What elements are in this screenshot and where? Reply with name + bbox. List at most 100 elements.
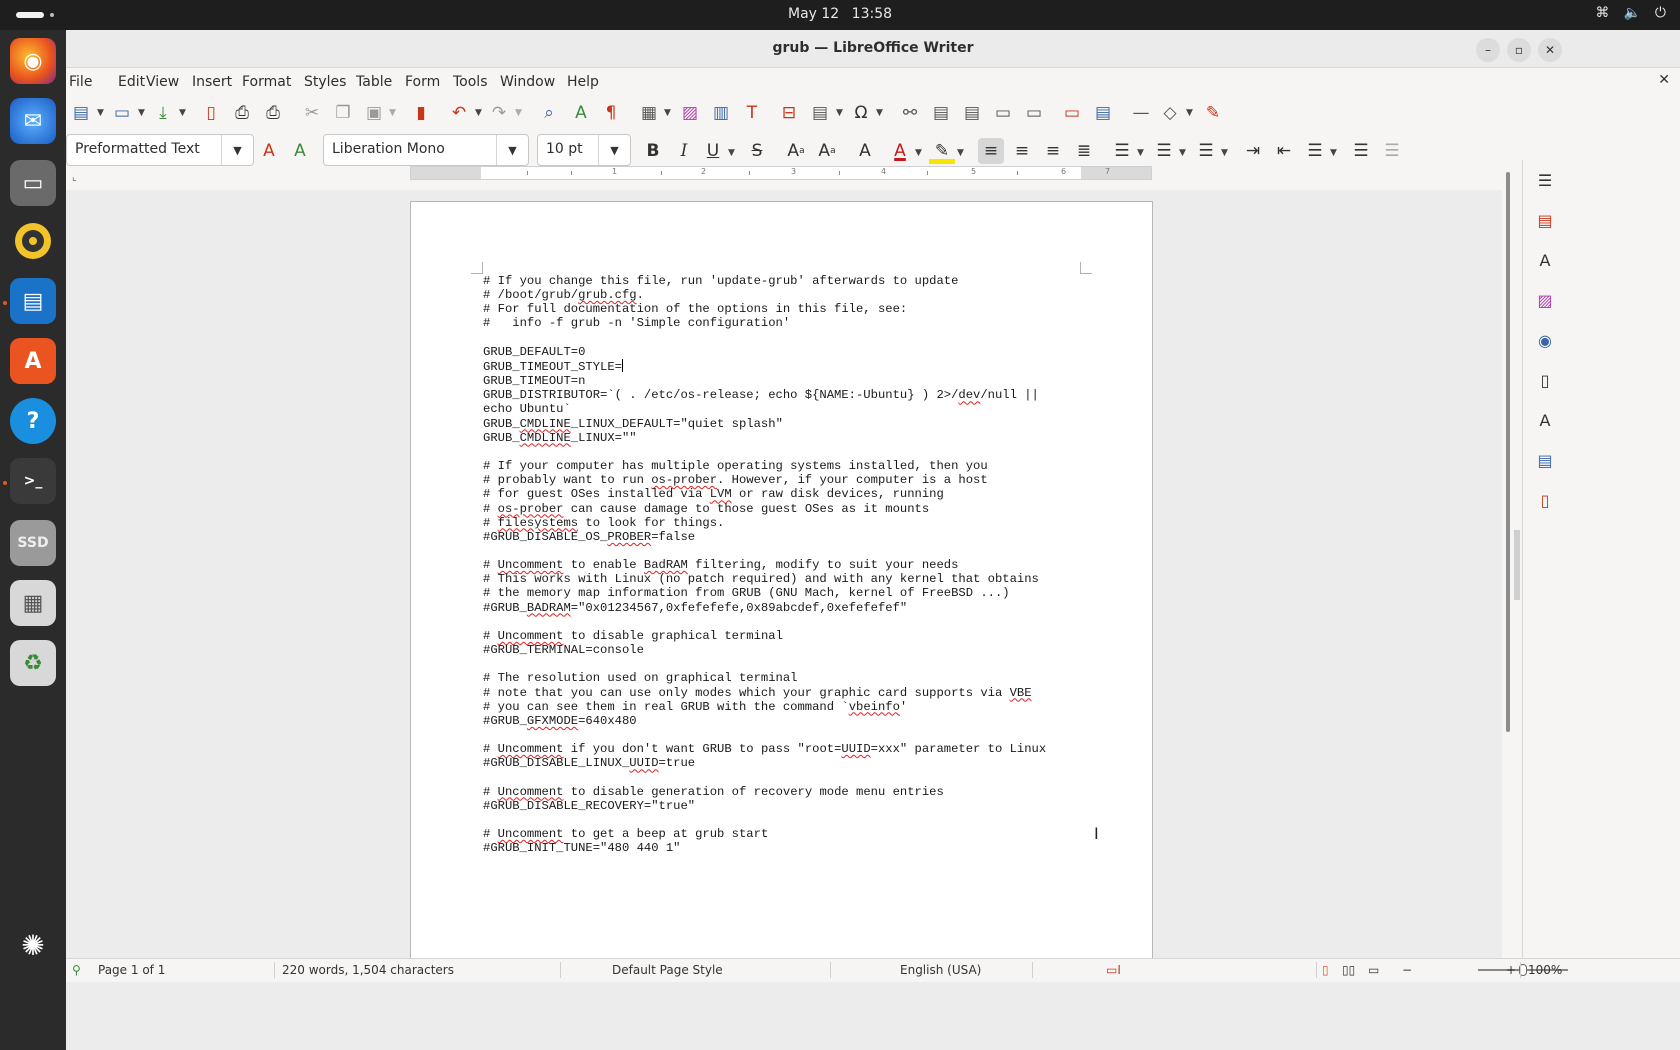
chevron-down-icon[interactable]: ▼: [1186, 108, 1193, 118]
menu-insert[interactable]: Insert: [192, 68, 232, 96]
close-window-button[interactable]: ✕: [1538, 38, 1562, 62]
chevron-down-icon[interactable]: ▼: [221, 135, 253, 165]
align-left-button[interactable]: ≡: [978, 138, 1004, 164]
highlight-color-button[interactable]: ✎: [929, 138, 955, 164]
document-line[interactable]: GRUB_TIMEOUT=n: [483, 374, 1046, 388]
document-line[interactable]: GRUB_CMDLINE_LINUX="": [483, 431, 1046, 445]
document-line[interactable]: # The resolution used on graphical termi…: [483, 671, 1046, 685]
document-line[interactable]: ​: [483, 331, 1046, 345]
multi-page-view-icon[interactable]: ▯▯: [1342, 963, 1355, 977]
system-tray[interactable]: ⌘ 🔈 ⏻: [1595, 5, 1666, 21]
document-line[interactable]: # for guest OSes installed via LVM or ra…: [483, 487, 1046, 501]
document-page[interactable]: # If you change this file, run 'update-g…: [410, 201, 1153, 958]
paragraph-spacing-icon[interactable]: ☰: [1348, 138, 1374, 164]
styles-icon[interactable]: A: [1533, 248, 1557, 272]
manage-changes-icon[interactable]: ▤: [1533, 448, 1557, 472]
single-page-view-icon[interactable]: ▯: [1322, 963, 1329, 977]
menu-form[interactable]: Form: [405, 68, 440, 96]
new-style-icon[interactable]: A: [287, 138, 313, 164]
tab-stop-selector[interactable]: ⌞: [72, 172, 77, 183]
menu-file[interactable]: File: [69, 68, 92, 96]
document-line[interactable]: ​: [483, 544, 1046, 558]
sidebar-menu-icon[interactable]: ☰: [1533, 168, 1557, 192]
bold-button[interactable]: B: [640, 138, 666, 164]
clear-formatting-icon[interactable]: A: [852, 138, 878, 164]
unordered-list-button[interactable]: ☰: [1109, 138, 1135, 164]
power-icon[interactable]: ⏻: [1655, 5, 1666, 21]
horizontal-ruler[interactable]: 1 2 3 4 5 6 7: [410, 166, 1152, 180]
chevron-down-icon[interactable]: ▼: [728, 148, 735, 158]
document-signature-icon[interactable]: ⚲: [72, 963, 81, 977]
menu-table[interactable]: Table: [356, 68, 392, 96]
strikethrough-button[interactable]: S: [744, 138, 770, 164]
document-line[interactable]: GRUB_DISTRIBUTOR=`( . /etc/os-release; e…: [483, 388, 1046, 402]
document-line[interactable]: # you can see them in real GRUB with the…: [483, 700, 1046, 714]
disk-image-icon[interactable]: ▦: [10, 580, 56, 626]
copy-icon[interactable]: ❐: [330, 100, 356, 126]
document-line[interactable]: #GRUB_DISABLE_OS_PROBER=false: [483, 530, 1046, 544]
chevron-down-icon[interactable]: ▼: [475, 108, 482, 118]
undo-icon[interactable]: ↶: [446, 100, 472, 126]
insert-field-icon[interactable]: ▤: [807, 100, 833, 126]
chevron-down-icon[interactable]: ▼: [876, 108, 883, 118]
chevron-down-icon[interactable]: ▼: [1179, 148, 1186, 158]
title-bar[interactable]: grub — LibreOffice Writer – ▫ ✕: [66, 30, 1680, 68]
document-line[interactable]: # Uncomment to get a beep at grub start: [483, 827, 1046, 841]
chevron-down-icon[interactable]: ▼: [836, 108, 843, 118]
insert-chart-icon[interactable]: ▥: [708, 100, 734, 126]
document-text[interactable]: # If you change this file, run 'update-g…: [483, 274, 1046, 855]
insert-hyperlink-icon[interactable]: ⚯: [897, 100, 923, 126]
document-line[interactable]: GRUB_TIMEOUT_STYLE=: [483, 358, 1046, 374]
menu-format[interactable]: Format: [242, 68, 291, 96]
insert-comment-icon[interactable]: ▭: [1059, 100, 1085, 126]
menu-tools[interactable]: Tools: [453, 68, 488, 96]
document-line[interactable]: # If your computer has multiple operatin…: [483, 459, 1046, 473]
insert-bookmark-icon[interactable]: ▭: [990, 100, 1016, 126]
word-count[interactable]: 220 words, 1,504 characters: [282, 963, 454, 977]
context-spacing-icon[interactable]: ☰: [1379, 138, 1405, 164]
formatting-marks-icon[interactable]: ¶: [598, 100, 624, 126]
special-character-icon[interactable]: Ω: [848, 100, 874, 126]
zoom-out-icon[interactable]: −: [1402, 963, 1412, 977]
document-line[interactable]: # This works with Linux (no patch requir…: [483, 572, 1046, 586]
chevron-down-icon[interactable]: ▼: [179, 108, 186, 118]
document-line[interactable]: # info -f grub -n 'Simple configuration': [483, 316, 1046, 330]
save-icon[interactable]: ⤓: [150, 100, 176, 126]
paragraph-style-combo[interactable]: Preformatted Text ▼: [66, 134, 254, 166]
cut-icon[interactable]: ✂: [299, 100, 325, 126]
properties-icon[interactable]: ▤: [1533, 208, 1557, 232]
document-line[interactable]: # os-prober can cause damage to those gu…: [483, 502, 1046, 516]
insert-line-icon[interactable]: —: [1128, 100, 1154, 126]
selection-mode-icon[interactable]: ▭I: [1106, 963, 1121, 977]
font-size-combo[interactable]: 10 pt ▼: [537, 134, 631, 166]
app-center-icon[interactable]: A: [10, 338, 56, 384]
navigator-icon[interactable]: ◉: [1533, 328, 1557, 352]
document-line[interactable]: #GRUB_DISABLE_LINUX_UUID=true: [483, 756, 1046, 770]
decrease-indent-icon[interactable]: ⇤: [1271, 138, 1297, 164]
zoom-in-icon[interactable]: +: [1506, 963, 1516, 977]
document-line[interactable]: # Uncomment to disable generation of rec…: [483, 785, 1046, 799]
increase-indent-icon[interactable]: ⇥: [1240, 138, 1266, 164]
design-icon[interactable]: ▯: [1533, 488, 1557, 512]
terminal-icon[interactable]: >_: [10, 458, 56, 504]
style-inspector-icon[interactable]: A: [1533, 408, 1557, 432]
document-line[interactable]: #GRUB_BADRAM="0x01234567,0xfefefefe,0x89…: [483, 601, 1046, 615]
document-line[interactable]: ​: [483, 445, 1046, 459]
basic-shapes-icon[interactable]: ◇: [1157, 100, 1183, 126]
update-style-icon[interactable]: A: [256, 138, 282, 164]
track-changes-icon[interactable]: ▤: [1090, 100, 1116, 126]
vertical-scrollbar[interactable]: [1502, 160, 1514, 960]
document-line[interactable]: # the memory map information from GRUB (…: [483, 586, 1046, 600]
document-line[interactable]: # Uncomment if you don't want GRUB to pa…: [483, 742, 1046, 756]
minimize-button[interactable]: –: [1476, 38, 1500, 62]
chevron-down-icon[interactable]: ▼: [515, 108, 522, 118]
menu-window[interactable]: Window: [500, 68, 555, 96]
document-line[interactable]: # probably want to run os-prober. Howeve…: [483, 473, 1046, 487]
export-pdf-icon[interactable]: ▯: [198, 100, 224, 126]
chevron-down-icon[interactable]: ▼: [664, 108, 671, 118]
close-document-icon[interactable]: ✕: [1658, 72, 1670, 88]
document-line[interactable]: # filesystems to look for things.: [483, 516, 1046, 530]
font-name-combo[interactable]: Liberation Mono ▼: [323, 134, 529, 166]
document-line[interactable]: #GRUB_GFXMODE=640x480: [483, 714, 1046, 728]
document-line[interactable]: ​: [483, 615, 1046, 629]
